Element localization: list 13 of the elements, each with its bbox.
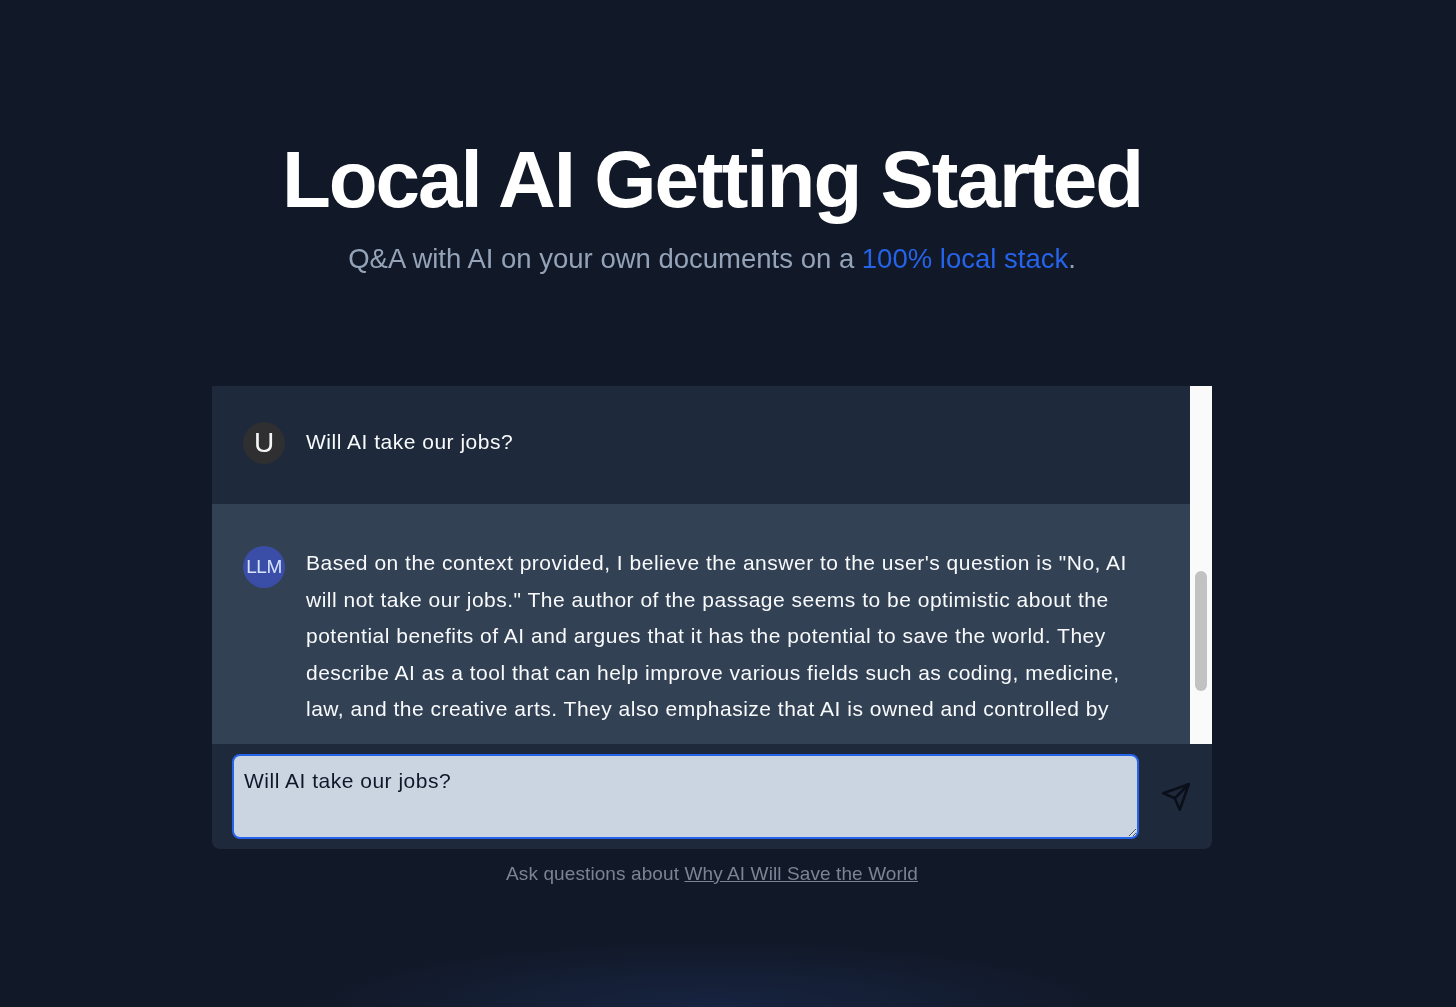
paper-plane-icon	[1161, 782, 1190, 811]
subtitle: Q&A with AI on your own documents on a 100% local stack.	[348, 242, 1076, 276]
message-text: Based on the context provided, I believe the answer to the user's question is "No, AI will not take our jobs." The author of the passage seems to be optimistic about the potential benefits of AI and argues that it has the potential to save the world. They describe AI as a tool that can help improve various fields such as coding, medicine, law, and the creative arts. They also emphasize that AI is owned and controlled by	[306, 550, 1128, 723]
input-field[interactable]: Will AI take our jobs?	[232, 754, 1139, 839]
page-title: Local AI Getting Started	[281, 134, 1143, 226]
scrollbar-thumb[interactable]	[1195, 571, 1207, 691]
footer-note: Ask questions about Why AI Will Save the World	[506, 863, 918, 885]
avatar: U	[243, 422, 285, 464]
document-link[interactable]: Why AI Will Save the World	[684, 863, 918, 884]
avatar: LLM	[243, 546, 285, 588]
link[interactable]: 100% local stack	[861, 243, 1069, 274]
scrollbar[interactable]	[1190, 386, 1212, 744]
message-text: Will AI take our jobs?	[306, 429, 515, 455]
